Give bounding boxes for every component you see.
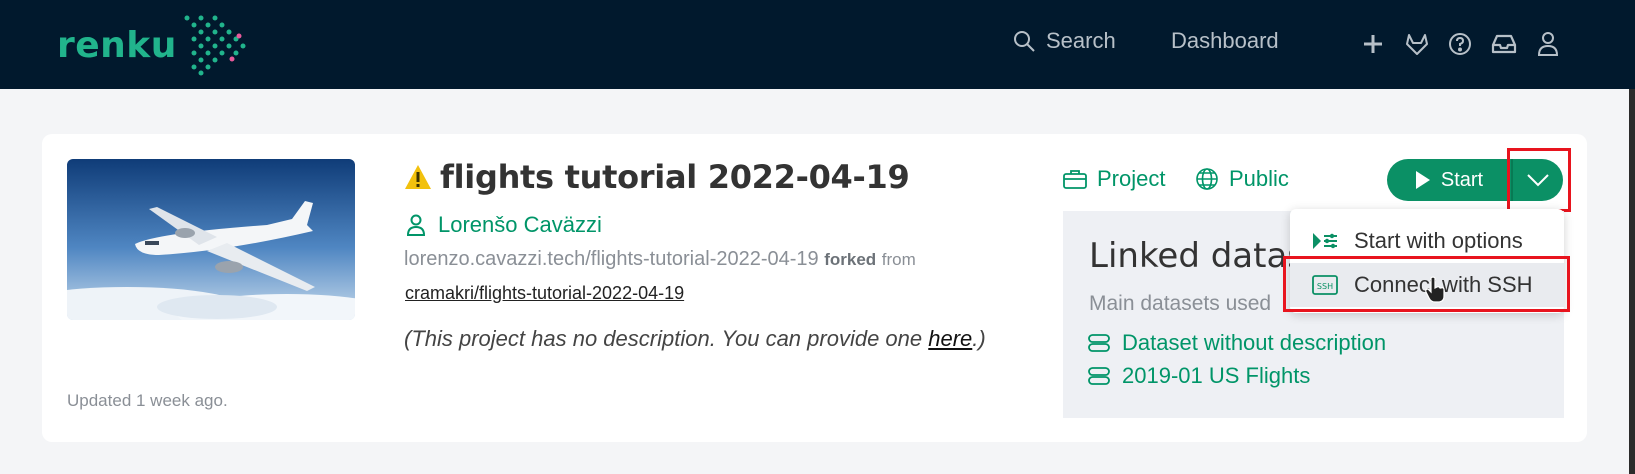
project-type-label: Project [1097, 166, 1166, 191]
briefcase-icon [1063, 170, 1087, 189]
chevron-down-icon [1527, 174, 1549, 187]
project-type-badge: Project [1063, 166, 1165, 192]
options-icon [1313, 233, 1337, 249]
dataset-label: 2019-01 US Flights [1122, 363, 1311, 388]
forked-label: forked [824, 250, 877, 269]
inbox-icon[interactable] [1490, 30, 1518, 58]
top-navbar: renku Search Dashboard [0, 0, 1635, 89]
project-description: (This project has no description. You ca… [404, 326, 986, 352]
menu-item-start-with-options[interactable]: Start with options [1290, 219, 1564, 263]
linked-datasets-subtitle: Main datasets used [1089, 292, 1272, 315]
project-path: lorenzo.cavazzi.tech/flights-tutorial-20… [404, 248, 916, 271]
database-icon [1088, 334, 1110, 352]
hand-cursor-icon [1425, 276, 1445, 303]
project-path-text: lorenzo.cavazzi.tech/flights-tutorial-20… [404, 248, 819, 270]
svg-text:SSH: SSH [1317, 282, 1333, 291]
dashboard-label: Dashboard [1171, 28, 1279, 53]
fork-source-link[interactable]: cramakri/flights-tutorial-2022-04-19 [405, 283, 684, 304]
renku-logo[interactable]: renku [57, 14, 249, 76]
plus-icon[interactable] [1359, 30, 1387, 58]
dashboard-link[interactable]: Dashboard [1171, 28, 1279, 54]
start-label: Start [1440, 168, 1484, 191]
search-icon [1014, 31, 1035, 52]
user-icon [406, 214, 426, 236]
ssh-icon: SSH [1312, 275, 1338, 295]
start-dropdown-toggle[interactable] [1511, 159, 1563, 201]
dataset-link[interactable]: Dataset without description [1088, 330, 1386, 356]
search-label: Search [1046, 28, 1116, 53]
project-thumbnail [67, 159, 355, 320]
help-icon[interactable] [1446, 30, 1474, 58]
dataset-label: Dataset without description [1122, 330, 1387, 355]
database-icon [1088, 367, 1110, 385]
menu-item-label: Start with options [1354, 228, 1523, 253]
description-prefix: (This project has no description. You ca… [404, 326, 929, 351]
project-owner[interactable]: Lorenšo Caväzzi [406, 212, 602, 238]
description-suffix: .) [972, 326, 986, 351]
globe-icon [1196, 168, 1218, 190]
description-here-link[interactable]: here [928, 326, 972, 351]
play-icon [1415, 171, 1430, 189]
owner-name: Lorenšo Caväzzi [438, 212, 602, 237]
project-title: flights tutorial 2022-04-19 [440, 158, 910, 196]
warning-icon [405, 165, 431, 189]
from-label: from [881, 250, 916, 269]
title-row: flights tutorial 2022-04-19 [404, 158, 910, 196]
visibility-label: Public [1229, 166, 1289, 191]
dataset-link[interactable]: 2019-01 US Flights [1088, 363, 1310, 389]
logo-text: renku [57, 24, 177, 66]
visibility-badge: Public [1195, 166, 1289, 192]
logo-dots-icon [184, 15, 246, 76]
window-edge [1629, 89, 1635, 474]
start-button[interactable]: Start [1387, 159, 1511, 201]
user-icon[interactable] [1534, 30, 1562, 58]
updated-text: Updated 1 week ago. [67, 391, 228, 410]
gitlab-icon[interactable] [1403, 30, 1431, 58]
search-link[interactable]: Search [1012, 28, 1116, 54]
